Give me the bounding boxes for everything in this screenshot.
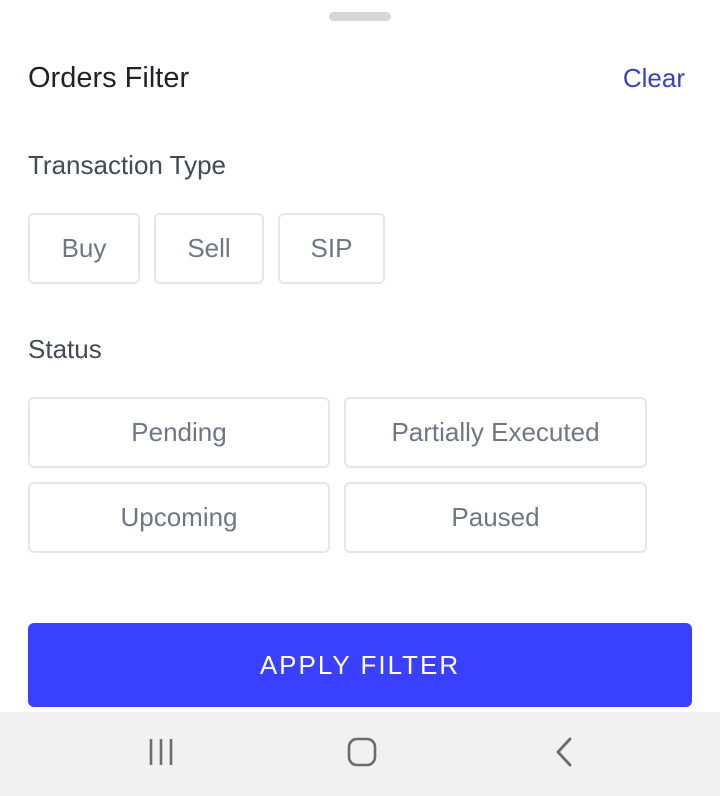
home-button[interactable] [332,729,392,779]
home-icon [346,736,378,773]
transaction-chip-buy[interactable]: Buy [28,213,140,284]
drag-handle[interactable] [329,12,391,21]
clear-button[interactable]: Clear [623,60,685,96]
status-chip-partially-executed[interactable]: Partially Executed [344,397,647,468]
back-button[interactable] [534,729,594,779]
back-icon [552,736,576,773]
status-chip-paused[interactable]: Paused [344,482,647,553]
recent-apps-icon [146,737,176,772]
recent-apps-button[interactable] [131,729,191,779]
status-label: Status [28,334,102,364]
filter-bottom-sheet: Orders Filter Clear Transaction Type Buy… [0,0,720,712]
sheet-title: Orders Filter [28,62,190,94]
status-chip-upcoming[interactable]: Upcoming [28,482,330,553]
transaction-chip-sip[interactable]: SIP [278,213,385,284]
transaction-chip-sell[interactable]: Sell [154,213,264,284]
system-navigation-bar [0,712,720,796]
status-chip-pending[interactable]: Pending [28,397,330,468]
apply-filter-button[interactable]: APPLY FILTER [28,623,692,707]
transaction-type-label: Transaction Type [28,150,226,180]
